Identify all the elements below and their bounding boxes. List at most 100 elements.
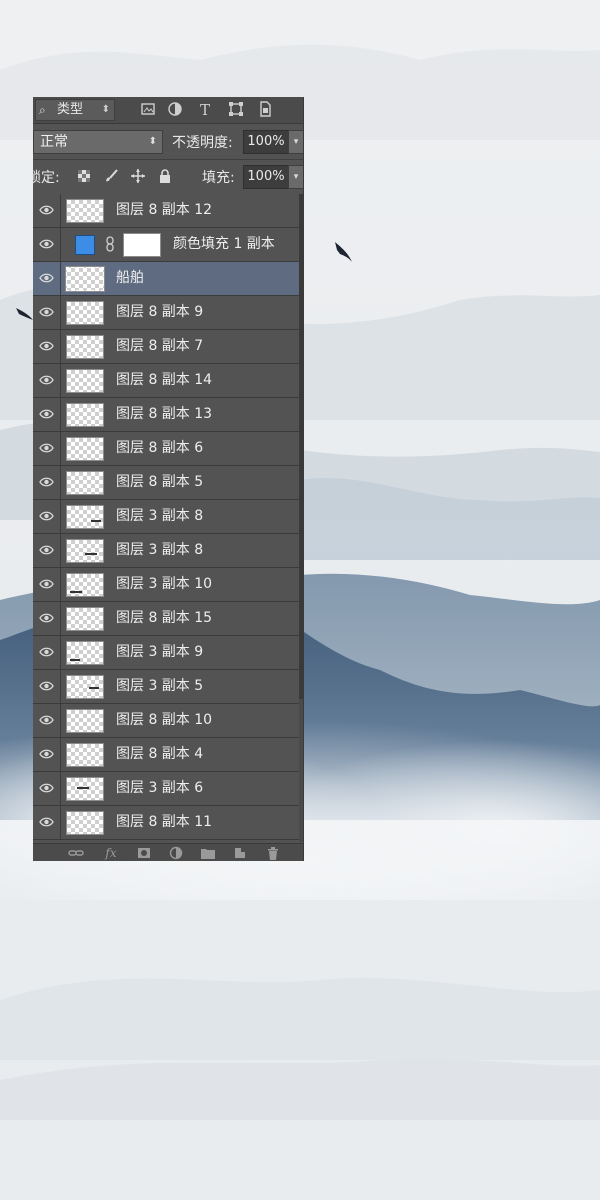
visibility-eye-icon[interactable] bbox=[33, 806, 61, 839]
visibility-eye-icon[interactable] bbox=[33, 228, 61, 261]
lock-transparent-pixels-icon[interactable] bbox=[76, 168, 92, 184]
color-fill-swatch[interactable] bbox=[75, 235, 95, 255]
blend-mode-dropdown[interactable]: 正常 ⬍ bbox=[33, 130, 163, 154]
layer-thumbnail bbox=[66, 709, 104, 733]
visibility-eye-icon[interactable] bbox=[33, 466, 61, 499]
layer-row[interactable]: 图层 8 副本 5 bbox=[33, 466, 299, 500]
layer-thumbnail bbox=[66, 335, 104, 359]
lock-position-move-icon[interactable] bbox=[130, 168, 146, 184]
opacity-input[interactable]: 100% bbox=[243, 130, 289, 154]
visibility-eye-icon[interactable] bbox=[33, 636, 61, 669]
layer-thumbnail bbox=[66, 403, 104, 427]
visibility-eye-icon[interactable] bbox=[33, 602, 61, 635]
layer-row-selected[interactable]: 船舶 bbox=[33, 262, 299, 296]
layer-mask-thumbnail[interactable] bbox=[123, 233, 161, 257]
layer-row[interactable]: 图层 8 副本 7 bbox=[33, 330, 299, 364]
fill-dropdown-button[interactable]: ▾ bbox=[288, 165, 303, 189]
smart-object-filter-icon[interactable] bbox=[256, 100, 274, 118]
fill-label: 填充: bbox=[202, 170, 235, 186]
visibility-eye-icon[interactable] bbox=[33, 398, 61, 431]
layer-row[interactable]: 图层 3 副本 10 bbox=[33, 568, 299, 602]
layer-thumbnail bbox=[66, 539, 104, 563]
layer-name: 颜色填充 1 副本 bbox=[173, 236, 275, 252]
layers-panel: ⌕ 类型 ⬍ T 正常 ⬍ 不透明度: 100% ▾ 锁定: 填充: 100% … bbox=[33, 97, 303, 861]
layer-row[interactable]: 图层 3 副本 8 bbox=[33, 534, 299, 568]
layer-thumbnail bbox=[65, 266, 105, 292]
scrollbar-thumb[interactable] bbox=[299, 194, 303, 699]
layer-name: 图层 8 副本 11 bbox=[116, 814, 213, 830]
layer-row[interactable]: 图层 8 副本 6 bbox=[33, 432, 299, 466]
lock-bar: 锁定: 填充: 100% ▾ bbox=[33, 160, 303, 195]
adjustment-filter-icon[interactable] bbox=[166, 100, 184, 118]
visibility-eye-icon[interactable] bbox=[33, 296, 61, 329]
filter-kind-dropdown[interactable]: ⌕ 类型 ⬍ bbox=[35, 99, 115, 121]
layer-row[interactable]: 图层 8 副本 12 bbox=[33, 194, 299, 228]
visibility-eye-icon[interactable] bbox=[33, 194, 61, 227]
layer-name: 图层 8 副本 6 bbox=[116, 440, 204, 456]
layer-row[interactable]: 图层 8 副本 14 bbox=[33, 364, 299, 398]
layers-list: 图层 8 副本 12 颜色填充 1 副本 船舶 图层 8 副本 9 图层 8 副… bbox=[33, 194, 303, 842]
shape-filter-icon[interactable] bbox=[227, 100, 245, 118]
layer-name: 图层 8 副本 9 bbox=[116, 304, 204, 320]
delete-trash-icon[interactable] bbox=[265, 845, 281, 861]
layer-thumbnail bbox=[66, 777, 104, 801]
blend-mode-value: 正常 bbox=[40, 134, 68, 150]
layer-row[interactable]: 图层 3 副本 9 bbox=[33, 636, 299, 670]
layer-name: 图层 8 副本 12 bbox=[116, 202, 213, 218]
lock-image-pixels-brush-icon[interactable] bbox=[103, 168, 119, 184]
chevron-updown-icon: ⬍ bbox=[148, 136, 157, 147]
link-chain-icon[interactable] bbox=[105, 236, 115, 252]
layer-thumbnail bbox=[66, 607, 104, 631]
layer-row[interactable]: 图层 3 副本 8 bbox=[33, 500, 299, 534]
type-filter-icon[interactable]: T bbox=[196, 100, 214, 119]
visibility-eye-icon[interactable] bbox=[33, 568, 61, 601]
fill-input[interactable]: 100% bbox=[243, 165, 289, 189]
layers-scrollbar[interactable] bbox=[299, 194, 303, 842]
visibility-eye-icon[interactable] bbox=[33, 500, 61, 533]
layer-name: 船舶 bbox=[116, 270, 144, 286]
lock-all-icon[interactable] bbox=[157, 168, 173, 184]
visibility-eye-icon[interactable] bbox=[33, 432, 61, 465]
layer-row[interactable]: 颜色填充 1 副本 bbox=[33, 228, 299, 262]
image-filter-icon[interactable] bbox=[139, 100, 157, 118]
layer-name: 图层 3 副本 8 bbox=[116, 508, 204, 524]
layer-thumbnail bbox=[66, 573, 104, 597]
visibility-eye-icon[interactable] bbox=[33, 704, 61, 737]
layer-name: 图层 8 副本 5 bbox=[116, 474, 204, 490]
layer-name: 图层 8 副本 14 bbox=[116, 372, 213, 388]
new-layer-icon[interactable] bbox=[232, 845, 248, 861]
layer-row[interactable]: 图层 3 副本 6 bbox=[33, 772, 299, 806]
visibility-eye-icon[interactable] bbox=[33, 330, 61, 363]
layer-name: 图层 3 副本 8 bbox=[116, 542, 204, 558]
visibility-eye-icon[interactable] bbox=[33, 262, 61, 295]
new-group-folder-icon[interactable] bbox=[200, 845, 216, 861]
visibility-eye-icon[interactable] bbox=[33, 534, 61, 567]
layer-thumbnail bbox=[66, 301, 104, 325]
filter-kind-label: 类型 bbox=[57, 102, 84, 117]
chevron-updown-icon: ⬍ bbox=[101, 104, 110, 115]
visibility-eye-icon[interactable] bbox=[33, 670, 61, 703]
layer-row[interactable]: 图层 8 副本 13 bbox=[33, 398, 299, 432]
opacity-dropdown-button[interactable]: ▾ bbox=[288, 130, 303, 154]
layer-row[interactable]: 图层 8 副本 10 bbox=[33, 704, 299, 738]
layer-row[interactable]: 图层 8 副本 11 bbox=[33, 806, 299, 840]
adjustment-layer-icon[interactable] bbox=[168, 845, 184, 861]
layer-row[interactable]: 图层 3 副本 5 bbox=[33, 670, 299, 704]
layers-bottom-toolbar: fx bbox=[33, 843, 303, 861]
visibility-eye-icon[interactable] bbox=[33, 772, 61, 805]
svg-text:T: T bbox=[200, 101, 210, 118]
layer-row[interactable]: 图层 8 副本 15 bbox=[33, 602, 299, 636]
layer-style-fx-icon[interactable]: fx bbox=[103, 845, 119, 861]
layer-row[interactable]: 图层 8 副本 9 bbox=[33, 296, 299, 330]
layer-row[interactable]: 图层 8 副本 4 bbox=[33, 738, 299, 772]
visibility-eye-icon[interactable] bbox=[33, 738, 61, 771]
add-mask-icon[interactable] bbox=[136, 845, 152, 861]
layer-thumbnail bbox=[66, 199, 104, 223]
opacity-label: 不透明度: bbox=[172, 135, 233, 151]
layer-name: 图层 3 副本 6 bbox=[116, 780, 204, 796]
visibility-eye-icon[interactable] bbox=[33, 364, 61, 397]
layer-thumbnail bbox=[66, 471, 104, 495]
link-layers-icon[interactable] bbox=[68, 845, 84, 861]
layer-name: 图层 8 副本 13 bbox=[116, 406, 213, 422]
search-icon: ⌕ bbox=[39, 103, 46, 117]
